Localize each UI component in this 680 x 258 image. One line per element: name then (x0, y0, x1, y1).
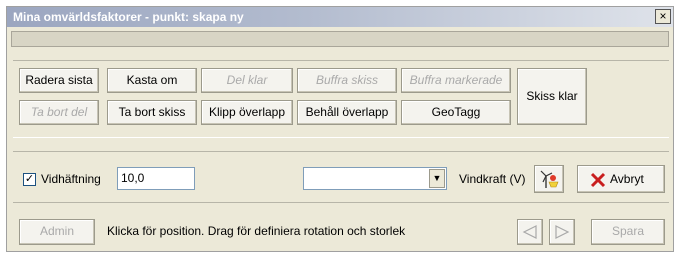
buffra-skiss-button[interactable]: Buffra skiss (297, 68, 397, 93)
wind-turbine-pin-icon (540, 170, 559, 188)
vidhaftning-input[interactable]: 10,0 (117, 167, 195, 190)
cancel-x-icon (590, 172, 606, 188)
message-bar (11, 31, 669, 47)
admin-button[interactable]: Admin (19, 219, 95, 245)
del-klar-button[interactable]: Del klar (201, 68, 293, 93)
arrow-left-icon (522, 225, 537, 239)
ta-bort-skiss-button[interactable]: Ta bort skiss (107, 100, 197, 125)
avbryt-label: Avbryt (610, 172, 644, 186)
window-title: Mina omvärldsfaktorer - punkt: skapa ny (13, 10, 244, 24)
arrow-right-icon (555, 225, 570, 239)
skiss-klar-button[interactable]: Skiss klar (517, 68, 587, 125)
ta-bort-del-button[interactable]: Ta bort del (19, 100, 99, 125)
klipp-overlapp-button[interactable]: Klipp överlapp (201, 100, 293, 125)
vindkraft-button[interactable] (534, 165, 564, 193)
dialog-window: Mina omvärldsfaktorer - punkt: skapa ny … (6, 6, 674, 252)
checkmark-icon: ✓ (24, 173, 35, 185)
vidhaftning-checkbox[interactable]: ✓ (23, 173, 36, 186)
type-dropdown[interactable] (303, 167, 447, 190)
kasta-om-button[interactable]: Kasta om (107, 68, 197, 93)
behall-overlapp-button[interactable]: Behåll överlapp (297, 100, 397, 125)
close-button[interactable]: × (655, 9, 671, 24)
buffra-markerade-button[interactable]: Buffra markerade (401, 68, 511, 93)
geotagg-button[interactable]: GeoTagg (401, 100, 511, 125)
spara-button[interactable]: Spara (591, 219, 665, 245)
avbryt-button[interactable]: Avbryt (577, 165, 665, 193)
vindkraft-label: Vindkraft (V) (459, 172, 526, 186)
dropdown-arrow-icon[interactable]: ▼ (429, 169, 445, 188)
prev-button[interactable] (517, 219, 543, 245)
status-message: Klicka för position. Drag för definiera … (107, 224, 406, 238)
radera-sista-button[interactable]: Radera sista (19, 68, 99, 93)
vidhaftning-label: Vidhäftning (41, 172, 101, 186)
title-bar: Mina omvärldsfaktorer - punkt: skapa ny … (7, 7, 673, 27)
next-button[interactable] (549, 219, 575, 245)
